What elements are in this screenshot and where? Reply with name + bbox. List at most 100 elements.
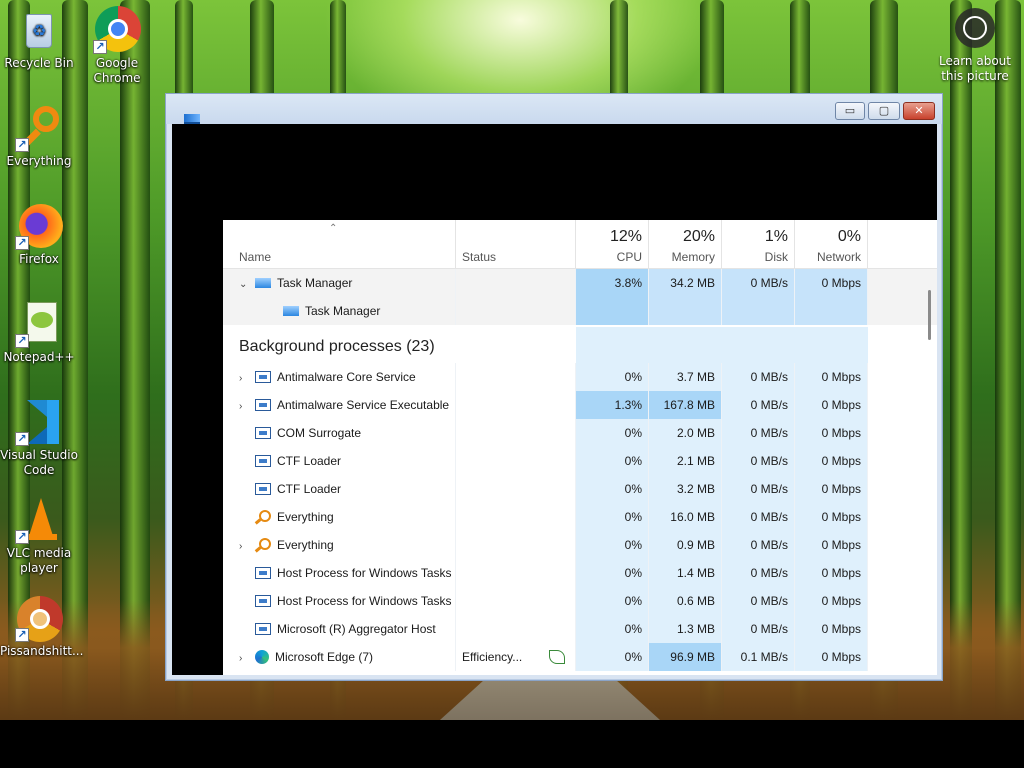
column-header-label: Name <box>239 250 272 264</box>
maximize-button[interactable]: ▢ <box>868 102 900 120</box>
chevron-right-icon[interactable]: › <box>239 365 255 391</box>
process-status <box>456 615 576 643</box>
chevron-right-icon[interactable]: › <box>239 533 255 559</box>
table-row[interactable]: Task Manager <box>223 297 937 325</box>
process-disk: 0 MB/s <box>722 503 795 531</box>
service-icon <box>255 426 271 439</box>
desktop-icon-vscode[interactable]: ↗ Visual Studio Code <box>0 398 78 478</box>
title-bar[interactable]: ▭ ▢ ✕ <box>166 94 942 124</box>
service-icon <box>255 398 271 411</box>
process-memory: 2.0 MB <box>649 419 722 447</box>
desktop-icon-pissandshitt[interactable]: ↗ Pissandshitt... <box>0 594 83 659</box>
memory-total-percent: 20% <box>682 228 715 245</box>
table-row[interactable]: › Everything 0% 0.9 MB 0 MB/s 0 Mbps <box>223 531 937 559</box>
service-icon <box>255 622 271 635</box>
process-name: Microsoft Edge (7) <box>275 650 374 664</box>
service-icon <box>255 370 271 383</box>
process-status <box>456 297 576 325</box>
table-row[interactable]: › Antimalware Core Service 0% 3.7 MB 0 MB… <box>223 363 937 391</box>
column-header-network[interactable]: 0% Network <box>795 220 868 269</box>
process-name: Antimalware Core Service <box>277 370 416 384</box>
service-icon <box>255 482 271 495</box>
process-name: Host Process for Windows Tasks <box>277 594 452 608</box>
shortcut-arrow-icon: ↗ <box>15 628 29 642</box>
learn-about-picture[interactable]: Learn about this picture <box>935 6 1015 84</box>
desktop-icon-google-chrome[interactable]: ↗ Google Chrome <box>78 6 156 86</box>
process-memory: 1.3 MB <box>649 615 722 643</box>
column-header-name[interactable]: ⌃ Name <box>223 220 456 269</box>
process-status <box>456 587 576 615</box>
process-name: Microsoft (R) Aggregator Host <box>277 622 436 636</box>
table-row[interactable]: CTF Loader 0% 2.1 MB 0 MB/s 0 Mbps <box>223 447 937 475</box>
leaf-icon <box>549 650 565 664</box>
process-memory: 167.8 MB <box>649 391 722 419</box>
process-cpu: 0% <box>576 475 649 503</box>
table-row[interactable]: CTF Loader 0% 3.2 MB 0 MB/s 0 Mbps <box>223 475 937 503</box>
process-cpu: 0% <box>576 419 649 447</box>
process-disk: 0 MB/s <box>722 615 795 643</box>
table-row[interactable]: COM Surrogate 0% 2.0 MB 0 MB/s 0 Mbps <box>223 419 937 447</box>
chevron-right-icon[interactable]: › <box>239 645 255 671</box>
desktop-icon-notepadpp[interactable]: ↗ Notepad++ <box>0 300 78 365</box>
everything-icon <box>255 537 271 551</box>
close-button[interactable]: ✕ <box>903 102 935 120</box>
column-header-memory[interactable]: 20% Memory <box>649 220 722 269</box>
service-icon <box>255 566 271 579</box>
table-row[interactable]: Host Process for Windows Tasks 0% 0.6 MB… <box>223 587 937 615</box>
chevron-down-icon[interactable]: ⌄ <box>239 271 255 297</box>
desktop-icon-firefox[interactable]: ↗ Firefox <box>0 202 78 267</box>
shortcut-arrow-icon: ↗ <box>93 40 107 54</box>
vertical-scrollbar[interactable] <box>928 290 931 340</box>
table-row[interactable]: Everything 0% 16.0 MB 0 MB/s 0 Mbps <box>223 503 937 531</box>
process-cpu: 0% <box>576 363 649 391</box>
process-network: 0 Mbps <box>795 269 868 297</box>
process-status <box>456 447 576 475</box>
process-memory: 0.9 MB <box>649 531 722 559</box>
desktop-icon-everything[interactable]: ↗ Everything <box>0 104 78 169</box>
process-name: Everything <box>277 510 334 524</box>
process-network: 0 Mbps <box>795 391 868 419</box>
process-disk: 0 MB/s <box>722 363 795 391</box>
chrome-app-icon: ↗ <box>15 594 63 642</box>
process-memory: 1.4 MB <box>649 559 722 587</box>
process-name: CTF Loader <box>277 482 342 496</box>
process-name: COM Surrogate <box>277 426 362 440</box>
desktop-icon-label: Firefox <box>19 252 59 266</box>
everything-icon: ↗ <box>15 104 63 152</box>
column-header-disk[interactable]: 1% Disk <box>722 220 795 269</box>
process-name: Task Manager <box>277 276 353 290</box>
process-disk: 0 MB/s <box>722 419 795 447</box>
everything-icon <box>255 509 271 523</box>
network-total-percent: 0% <box>837 228 861 245</box>
desktop-icon-label: Notepad++ <box>3 350 75 364</box>
table-row[interactable]: Microsoft (R) Aggregator Host 0% 1.3 MB … <box>223 615 937 643</box>
column-header-status[interactable]: Status <box>456 220 576 269</box>
process-name: Antimalware Service Executable <box>277 398 450 412</box>
desktop-icon-vlc[interactable]: ↗ VLC media player <box>0 496 78 576</box>
process-disk: 0 MB/s <box>722 587 795 615</box>
process-memory: 34.2 MB <box>649 269 722 297</box>
table-row[interactable]: › Antimalware Service Executable 1.3% 167… <box>223 391 937 419</box>
vscode-icon: ↗ <box>15 398 63 446</box>
column-header-cpu[interactable]: 12% CPU <box>576 220 649 269</box>
shortcut-arrow-icon: ↗ <box>15 432 29 446</box>
process-network: 0 Mbps <box>795 615 868 643</box>
chevron-right-icon[interactable]: › <box>239 393 255 419</box>
process-status <box>456 531 576 559</box>
process-memory: 3.2 MB <box>649 475 722 503</box>
bottom-black-bar <box>0 720 1024 768</box>
table-row[interactable]: ⌄ Task Manager 3.8% 34.2 MB 0 MB/s 0 Mbps <box>223 269 937 297</box>
process-network: 0 Mbps <box>795 531 868 559</box>
minimize-button[interactable]: ▭ <box>835 102 865 120</box>
desktop-icon-label: VLC media player <box>6 546 72 575</box>
desktop-icon-recycle-bin[interactable]: ♻ Recycle Bin <box>0 6 78 71</box>
process-disk: 0 MB/s <box>722 269 795 297</box>
process-network: 0 Mbps <box>795 447 868 475</box>
process-cpu: 0% <box>576 587 649 615</box>
process-network: 0 Mbps <box>795 643 868 671</box>
edge-icon <box>255 649 269 664</box>
process-network: 0 Mbps <box>795 503 868 531</box>
table-row[interactable]: › Microsoft Edge (7) Efficiency... 0% 96.… <box>223 643 937 671</box>
task-manager-icon <box>283 305 299 316</box>
table-row[interactable]: Host Process for Windows Tasks 0% 1.4 MB… <box>223 559 937 587</box>
